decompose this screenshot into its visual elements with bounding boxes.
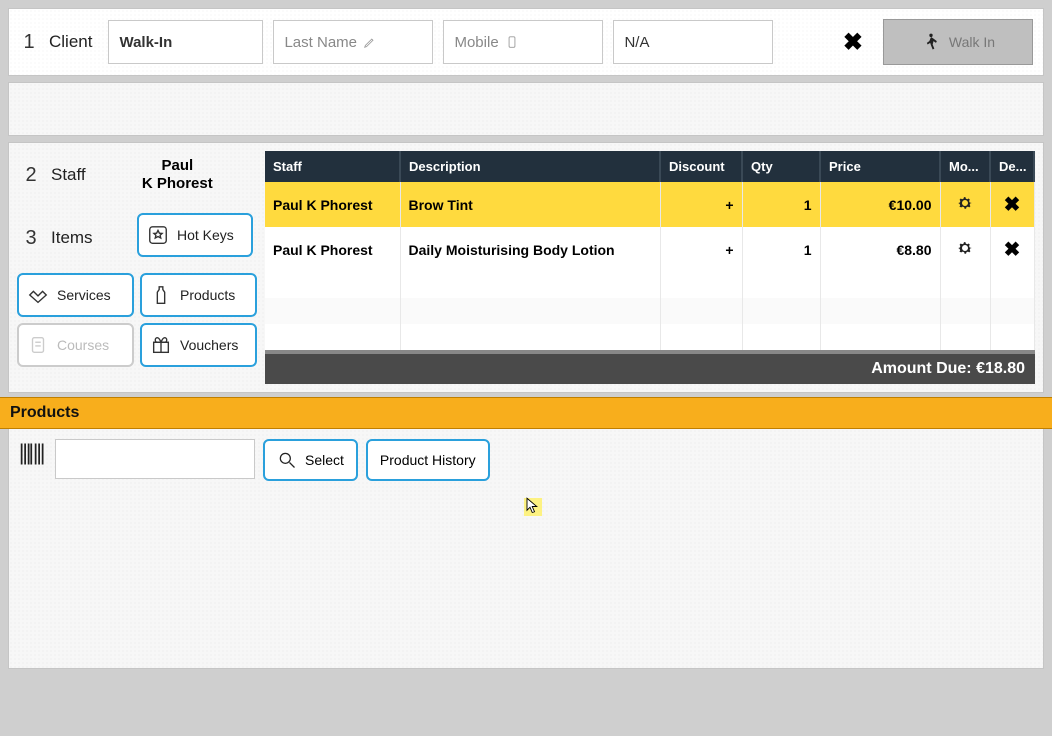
courses-label: Courses <box>57 337 109 353</box>
cell-discount[interactable]: + <box>660 227 742 272</box>
gear-icon <box>956 194 974 212</box>
hot-keys-button[interactable]: Hot Keys <box>137 213 253 257</box>
step-1-number: 1 <box>19 31 39 54</box>
selected-staff[interactable]: Paul K Phorest <box>102 157 253 193</box>
cell-staff: Paul K Phorest <box>265 227 400 272</box>
main-section: 2 Staff Paul K Phorest 3 Items Hot Keys … <box>8 142 1044 393</box>
hdr-discount[interactable]: Discount <box>660 151 742 182</box>
step-1-label: Client <box>49 32 92 52</box>
pencil-icon <box>363 35 377 49</box>
empty-row <box>265 298 1034 324</box>
cell-price: €10.00 <box>820 182 940 227</box>
hdr-delete[interactable]: De... <box>990 151 1034 182</box>
hdr-staff[interactable]: Staff <box>265 151 400 182</box>
step-2-label: Staff <box>51 165 86 185</box>
cell-qty[interactable]: 1 <box>742 182 820 227</box>
cell-staff: Paul K Phorest <box>265 182 400 227</box>
product-history-button[interactable]: Product History <box>366 439 490 481</box>
table-header: Staff Description Discount Qty Price Mo.… <box>265 151 1034 182</box>
hot-keys-label: Hot Keys <box>177 227 234 243</box>
row-more-button[interactable] <box>940 227 990 272</box>
products-section: Select Product History <box>8 429 1044 669</box>
select-label: Select <box>305 452 344 468</box>
step-3-number: 3 <box>21 227 41 250</box>
first-name-field[interactable]: Walk-In <box>108 20 263 64</box>
bottle-icon <box>150 284 172 306</box>
mobile-placeholder: Mobile <box>454 34 498 51</box>
barcode-input[interactable] <box>55 439 255 479</box>
hdr-qty[interactable]: Qty <box>742 151 820 182</box>
courses-button: Courses <box>17 323 134 367</box>
barcode-icon <box>19 439 47 474</box>
cell-price: €8.80 <box>820 227 940 272</box>
services-label: Services <box>57 287 111 303</box>
search-icon <box>277 450 297 470</box>
last-name-placeholder: Last Name <box>284 34 357 51</box>
walk-in-label: Walk In <box>949 34 995 50</box>
products-heading: Products <box>0 397 1052 429</box>
empty-row <box>265 272 1034 298</box>
cell-qty[interactable]: 1 <box>742 227 820 272</box>
first-name-value: Walk-In <box>119 34 172 51</box>
gift-icon <box>150 334 172 356</box>
table-row[interactable]: Paul K Phorest Daily Moisturising Body L… <box>265 227 1034 272</box>
hdr-more[interactable]: Mo... <box>940 151 990 182</box>
cell-desc: Brow Tint <box>400 182 660 227</box>
phone-icon <box>505 35 519 49</box>
walk-icon <box>921 32 941 52</box>
items-table: Staff Description Discount Qty Price Mo.… <box>265 151 1035 350</box>
left-panel: 2 Staff Paul K Phorest 3 Items Hot Keys … <box>17 151 257 384</box>
client-extra-field[interactable]: N/A <box>613 20 773 64</box>
products-button[interactable]: Products <box>140 273 257 317</box>
cell-desc: Daily Moisturising Body Lotion <box>400 227 660 272</box>
mobile-field[interactable]: Mobile <box>443 20 603 64</box>
walk-in-button[interactable]: Walk In <box>883 19 1033 65</box>
row-more-button[interactable] <box>940 182 990 227</box>
step-3-label: Items <box>51 228 93 248</box>
handshake-icon <box>27 284 49 306</box>
empty-row <box>265 324 1034 350</box>
row-delete-button[interactable]: ✖ <box>990 227 1034 272</box>
client-section: 1 Client Walk-In Last Name Mobile N/A ✖ … <box>8 8 1044 76</box>
amount-due: Amount Due: €18.80 <box>265 350 1035 384</box>
star-icon <box>147 224 169 246</box>
clipboard-icon <box>27 334 49 356</box>
services-button[interactable]: Services <box>17 273 134 317</box>
product-history-label: Product History <box>380 452 476 468</box>
client-extra-value: N/A <box>624 34 649 51</box>
vouchers-label: Vouchers <box>180 337 238 353</box>
hdr-description[interactable]: Description <box>400 151 660 182</box>
table-row[interactable]: Paul K Phorest Brow Tint + 1 €10.00 ✖ <box>265 182 1034 227</box>
select-product-button[interactable]: Select <box>263 439 358 481</box>
vouchers-button[interactable]: Vouchers <box>140 323 257 367</box>
hdr-price[interactable]: Price <box>820 151 940 182</box>
cell-discount[interactable]: + <box>660 182 742 227</box>
row-delete-button[interactable]: ✖ <box>990 182 1034 227</box>
last-name-field[interactable]: Last Name <box>273 20 433 64</box>
gear-icon <box>956 239 974 257</box>
spacer-bar <box>8 82 1044 136</box>
step-2-number: 2 <box>21 164 41 187</box>
clear-client-button[interactable]: ✖ <box>833 28 873 57</box>
products-label: Products <box>180 287 235 303</box>
items-table-wrap: Staff Description Discount Qty Price Mo.… <box>265 151 1035 384</box>
